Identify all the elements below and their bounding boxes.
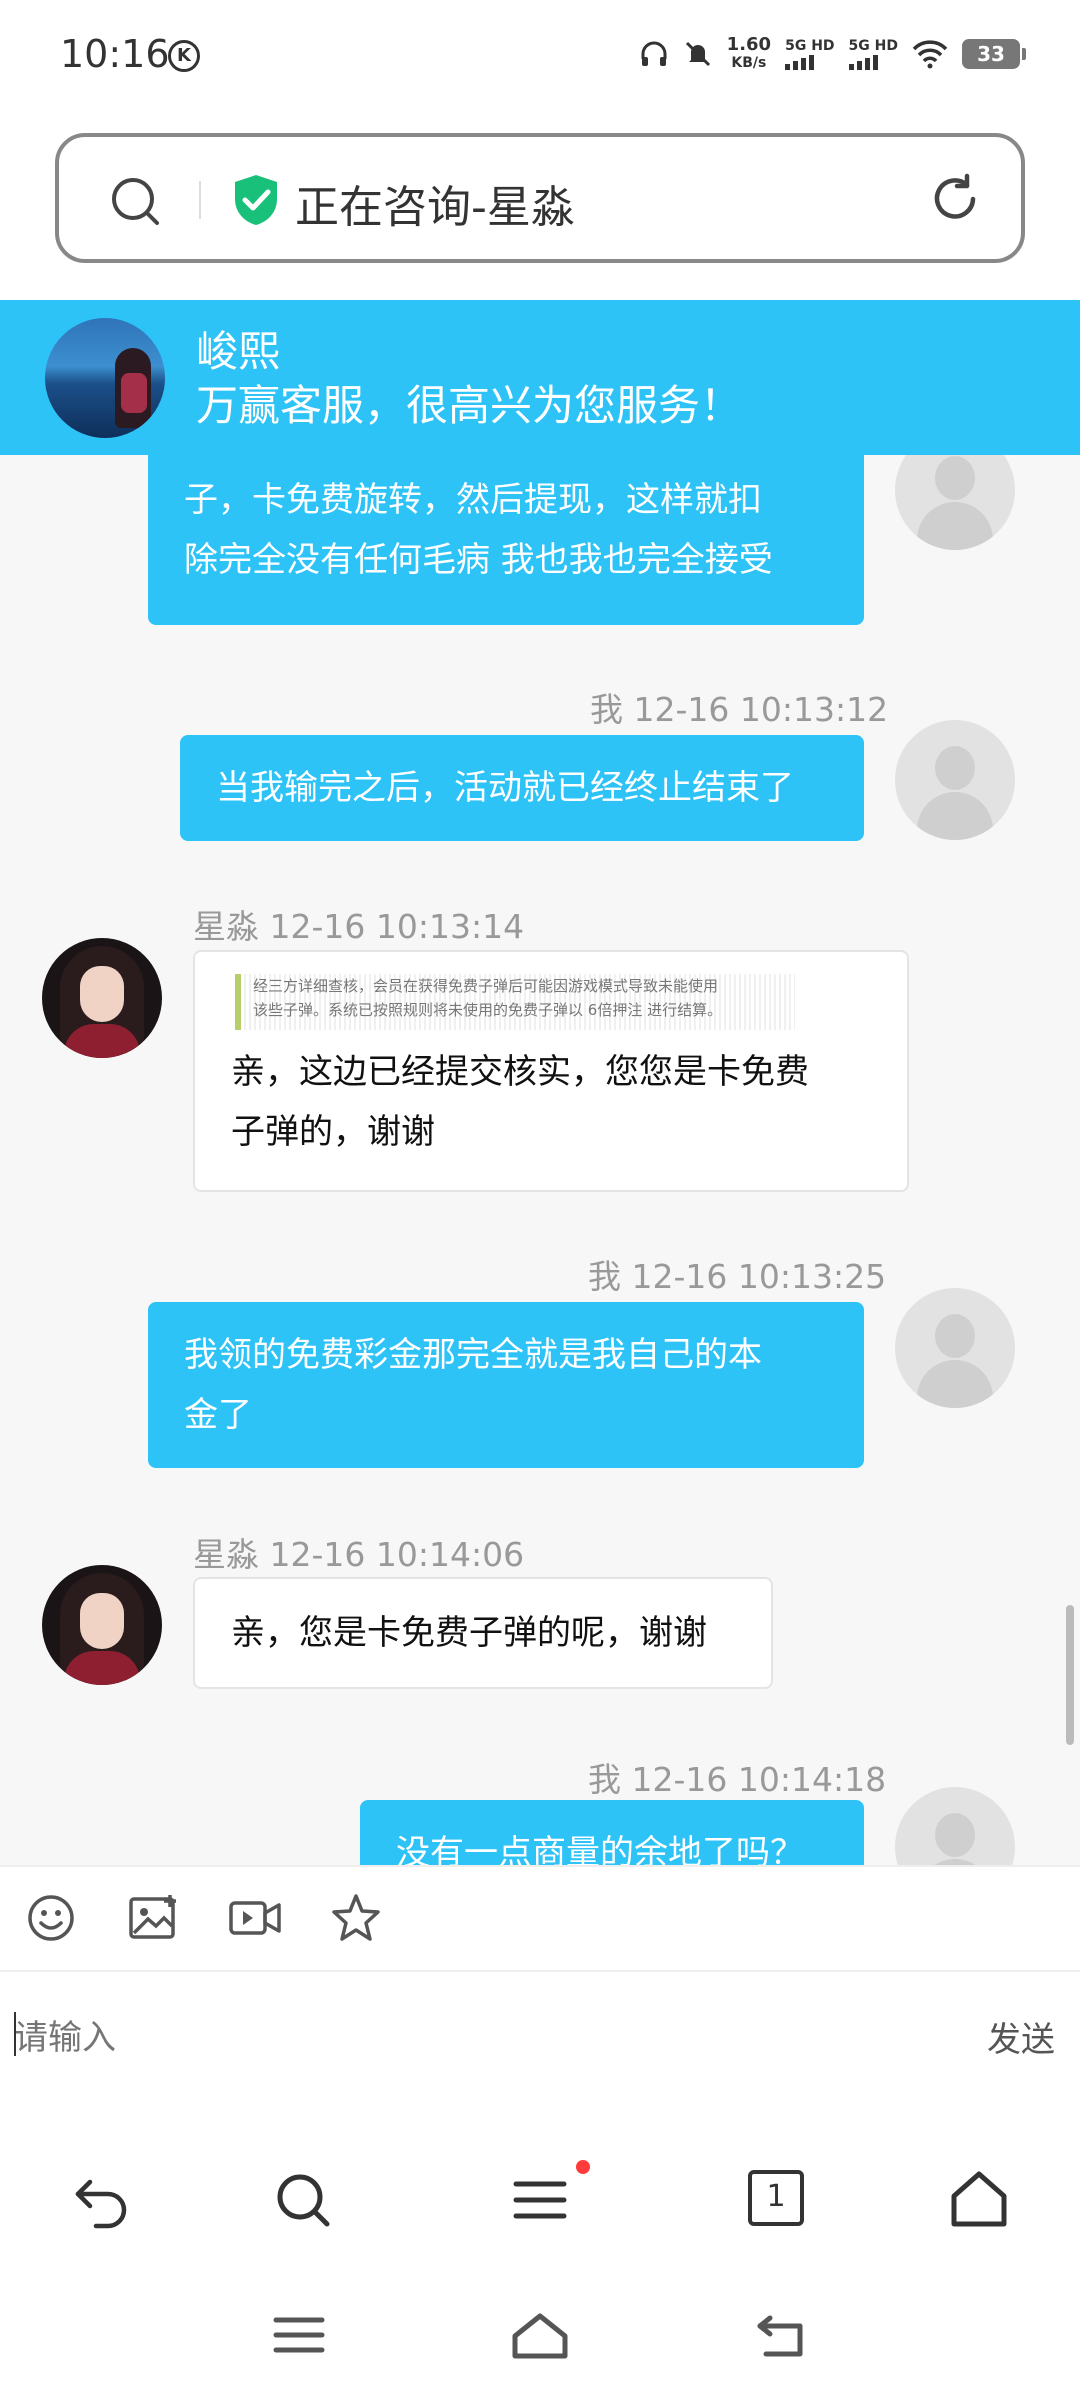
agent-avatar[interactable] bbox=[42, 1565, 162, 1685]
emoji-icon[interactable] bbox=[26, 1893, 76, 1943]
shield-check-icon bbox=[235, 175, 277, 225]
agent-header-avatar[interactable] bbox=[45, 318, 165, 438]
scrollbar-thumb[interactable] bbox=[1066, 1605, 1074, 1745]
message-bubble-me[interactable]: 如果我在参加活动的时候，会玩时毛 子，卡免费旋转，然后提现，这样就扣 除完全没有… bbox=[148, 455, 864, 625]
message-timestamp: 我 12-16 10:14:18 bbox=[588, 1760, 887, 1799]
message-line: 子，卡免费旋转，然后提现，这样就扣 bbox=[184, 480, 762, 520]
tabs-button[interactable]: 1 bbox=[748, 2170, 804, 2226]
reload-icon[interactable] bbox=[929, 173, 981, 225]
headphones-icon bbox=[641, 41, 667, 66]
signal-2: 5G HD bbox=[848, 38, 898, 70]
message-bubble-me[interactable]: 没有一点商量的余地了吗？ bbox=[360, 1800, 864, 1865]
message-timestamp: 我 12-16 10:13:12 bbox=[590, 690, 889, 729]
quoted-text-line: 该些子弹。系统已按照规则将未使用的免费子弹以 6倍押注 进行结算。 bbox=[253, 1001, 723, 1019]
k-badge-icon: K bbox=[168, 40, 200, 72]
message-bubble-me[interactable]: 我领的免费彩金那完全就是我自己的本 金了 bbox=[148, 1302, 864, 1468]
message-line: 如果我在参加活动的时候，会玩时毛 bbox=[184, 455, 828, 470]
message-input[interactable] bbox=[14, 2008, 914, 2068]
status-bar: 10:16 K 1.60 KB/s 5G HD 5G HD 33 bbox=[0, 0, 1080, 110]
back-icon[interactable] bbox=[754, 2312, 810, 2360]
search-icon[interactable] bbox=[109, 175, 161, 227]
quoted-image[interactable]: 经三方详细查核，会员在获得免费子弹后可能因游戏模式导致未能使用 该些子弹。系统已… bbox=[235, 974, 795, 1030]
message-timestamp: 我 12-16 10:13:25 bbox=[588, 1257, 887, 1296]
message-line: 金了 bbox=[184, 1395, 252, 1435]
star-icon[interactable] bbox=[330, 1893, 382, 1943]
text-caret bbox=[14, 2012, 16, 2056]
message-line: 亲，这边已经提交核实，您您是卡免费 bbox=[231, 1052, 809, 1092]
user-avatar bbox=[895, 1288, 1015, 1408]
quoted-text-line: 经三方详细查核，会员在获得免费子弹后可能因游戏模式导致未能使用 bbox=[253, 977, 719, 995]
page-title: 正在咨询-星淼 bbox=[295, 182, 575, 233]
agent-greeting: 万赢客服，很高兴为您服务！ bbox=[196, 381, 743, 430]
net-speed: 1.60 KB/s bbox=[727, 36, 771, 72]
user-avatar bbox=[895, 720, 1015, 840]
message-line: 亲，您是卡免费子弹的呢，谢谢 bbox=[231, 1613, 707, 1653]
menu-icon[interactable] bbox=[510, 2170, 570, 2230]
send-button[interactable]: 发送 bbox=[987, 2012, 1055, 2061]
status-icons: 1.60 KB/s 5G HD 5G HD 33 bbox=[639, 32, 1026, 76]
message-timestamp: 星淼 12-16 10:14:06 bbox=[193, 1535, 525, 1574]
battery-icon: 33 bbox=[962, 39, 1026, 69]
recent-apps-icon[interactable] bbox=[272, 2312, 326, 2358]
net-speed-unit: KB/s bbox=[731, 55, 767, 71]
divider bbox=[199, 181, 201, 219]
message-line: 子弹的，谢谢 bbox=[231, 1112, 435, 1152]
message-line: 当我输完之后，活动就已经终止结束了 bbox=[216, 768, 794, 808]
system-nav-bar bbox=[0, 2280, 1080, 2400]
signal-2-label: 5G HD bbox=[848, 38, 898, 54]
user-avatar bbox=[895, 455, 1015, 550]
message-input-row: 发送 bbox=[0, 1970, 1080, 2115]
wifi-icon bbox=[912, 40, 948, 69]
chat-header: 峻熙 万赢客服，很高兴为您服务！ bbox=[0, 300, 1080, 455]
message-bubble-agent[interactable]: 经三方详细查核，会员在获得免费子弹后可能因游戏模式导致未能使用 该些子弹。系统已… bbox=[193, 950, 909, 1192]
search-icon[interactable] bbox=[273, 2170, 333, 2230]
agent-name: 峻熙 bbox=[196, 327, 281, 376]
message-bubble-me[interactable]: 当我输完之后，活动就已经终止结束了 bbox=[180, 735, 864, 841]
agent-avatar[interactable] bbox=[42, 938, 162, 1058]
message-line: 没有一点商量的余地了吗？ bbox=[396, 1833, 804, 1865]
user-avatar bbox=[895, 1787, 1015, 1865]
image-icon[interactable] bbox=[128, 1893, 180, 1943]
message-bubble-agent[interactable]: 亲，您是卡免费子弹的呢，谢谢 bbox=[193, 1577, 773, 1689]
back-icon[interactable] bbox=[72, 2170, 132, 2230]
signal-bars-icon bbox=[848, 54, 878, 70]
browser-nav-bar: 1 bbox=[0, 2120, 1080, 2280]
signal-bars-icon bbox=[785, 54, 815, 70]
chat-messages[interactable]: 如果我在参加活动的时候，会玩时毛 子，卡免费旋转，然后提现，这样就扣 除完全没有… bbox=[0, 455, 1080, 1865]
message-timestamp: 星淼 12-16 10:13:14 bbox=[193, 907, 525, 946]
signal-1: 5G HD bbox=[785, 38, 835, 70]
message-line: 我领的免费彩金那完全就是我自己的本 bbox=[184, 1335, 762, 1375]
bell-muted-icon bbox=[685, 41, 710, 67]
video-icon[interactable] bbox=[228, 1893, 282, 1943]
notification-dot bbox=[576, 2160, 590, 2174]
net-speed-value: 1.60 bbox=[726, 34, 772, 55]
address-bar[interactable]: 正在咨询-星淼 bbox=[55, 133, 1025, 263]
message-line: 除完全没有任何毛病 我也我也完全接受 bbox=[184, 540, 773, 580]
home-icon[interactable] bbox=[948, 2170, 1010, 2230]
status-time: 10:16 bbox=[60, 32, 170, 76]
chat-toolbar bbox=[0, 1865, 1080, 1970]
home-icon[interactable] bbox=[509, 2312, 571, 2360]
signal-1-label: 5G HD bbox=[785, 38, 835, 54]
